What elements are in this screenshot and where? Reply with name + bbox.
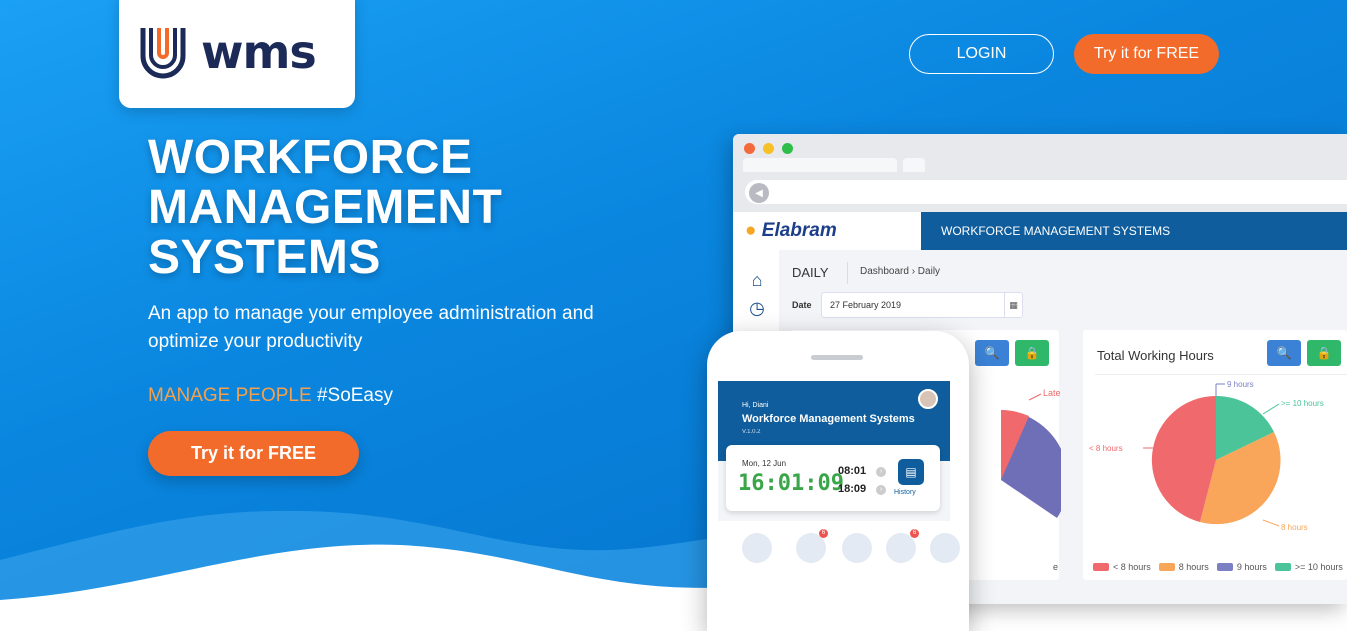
browser-tab (743, 158, 897, 172)
lock-doc-icon: 🔒 (1307, 340, 1341, 366)
date-field: 27 February 2019 ▦ (821, 292, 1023, 318)
elabram-logo-text: Elabram (761, 220, 837, 241)
app-grid-icon (842, 533, 872, 563)
hero-title-line: WORKFORCE (148, 131, 473, 184)
hero-title-line: SYSTEMS (148, 231, 381, 284)
legend-swatch (1274, 563, 1291, 571)
legend-item: < 8 hours (1093, 562, 1151, 572)
phone-greeting: Hi, Diani (742, 402, 769, 409)
legend-label: 9 hours (1236, 562, 1267, 572)
legend-label: 8 hours (1178, 562, 1209, 572)
page-title: DAILY (792, 265, 829, 280)
late-label: Late (1043, 388, 1061, 398)
chart-legend: < 8 hours 8 hours 9 hours >= 10 hours (1093, 562, 1343, 572)
date-label: Date (792, 300, 812, 310)
browser-chrome: ◀ (733, 134, 1347, 212)
legend-swatch (1093, 563, 1109, 571)
phone-mockup: Hi, Diani Workforce Management Systems V… (707, 331, 969, 631)
notification-badge: 6 (910, 529, 919, 538)
attendance-date: Mon, 12 Jun (742, 459, 787, 468)
attendance-clock: 16:01:09 (738, 471, 844, 496)
chevron-right-icon: › (876, 485, 886, 495)
back-arrow-icon: ◀ (749, 183, 769, 203)
legend-swatch (1158, 563, 1175, 571)
browser-url-bar (745, 180, 1347, 204)
wms-logo-icon (140, 28, 186, 79)
try-free-hero-button[interactable]: Try it for FREE (148, 431, 359, 476)
legend-label: < 8 hours (1113, 562, 1151, 572)
tagline-accent: MANAGE PEOPLE (148, 385, 312, 406)
phone-screen: Hi, Diani Workforce Management Systems V… (718, 381, 960, 631)
try-free-header-button[interactable]: Try it for FREE (1074, 34, 1219, 74)
phone-app-title: Workforce Management Systems (742, 413, 915, 425)
history-icon: ▤ (898, 459, 924, 485)
minimize-dot-icon (763, 143, 774, 154)
working-hours-pie-chart: 9 hours >= 10 hours < 8 hours 8 hours (1089, 380, 1324, 532)
breadcrumb-divider (847, 262, 848, 284)
label-leader-8h (1262, 519, 1280, 527)
legend-swatch (1216, 563, 1233, 571)
late-legend-tail: e (1053, 562, 1058, 572)
label-leader-ge10 (1262, 403, 1280, 415)
avatar (918, 389, 938, 409)
hero-subtitle: An app to manage your employee administr… (148, 303, 594, 352)
hero-tagline: MANAGE PEOPLE #SoEasy (148, 385, 393, 407)
history-label: History (894, 489, 916, 496)
date-value: 27 February 2019 (830, 300, 902, 310)
home-icon: ⌂ (751, 270, 763, 290)
app-grid-icon (930, 533, 960, 563)
chevron-right-icon: › (876, 467, 886, 477)
app-header: ● Elabram WORKFORCE MANAGEMENT SYSTEMS (733, 212, 1347, 250)
app-grid-icon (742, 533, 772, 563)
phone-version: V.1.0.2 (742, 429, 761, 435)
check-in-time: 08:01 (838, 465, 867, 477)
legend-item: 9 hours (1216, 562, 1267, 572)
total-working-hours-card: Total Working Hours 🔍 🔒 9 hours >= 10 ho… (1083, 330, 1347, 580)
legend-item: 8 hours (1158, 562, 1209, 572)
notification-badge: 6 (819, 529, 828, 538)
legend-item: >= 10 hours (1274, 562, 1343, 572)
phone-app-grid: 6 6 (718, 521, 960, 631)
calendar-icon: ▦ (1004, 293, 1022, 317)
label-8h: 8 hours (1281, 523, 1308, 532)
label-ge10: >= 10 hours (1281, 399, 1324, 408)
app-title: WORKFORCE MANAGEMENT SYSTEMS (941, 224, 1171, 238)
check-out-time: 18:09 (838, 483, 867, 495)
phone-speaker (811, 355, 863, 360)
brand-name: wms (201, 25, 317, 79)
label-lt8: < 8 hours (1089, 444, 1123, 453)
elabram-logo: ● Elabram (745, 220, 837, 242)
tagline-hashtag: #SoEasy (311, 385, 393, 406)
breadcrumb: Dashboard › Daily (860, 266, 941, 277)
elabram-logo-mark-icon: ● (745, 220, 757, 241)
label-9h: 9 hours (1227, 380, 1254, 389)
close-dot-icon (744, 143, 755, 154)
card-title: Total Working Hours (1097, 348, 1214, 363)
card-divider (1095, 374, 1347, 375)
brand-logo[interactable]: wms (119, 0, 355, 108)
hero-title-line: MANAGEMENT (148, 181, 503, 234)
browser-new-tab (903, 158, 925, 172)
app-title-bar: WORKFORCE MANAGEMENT SYSTEMS (921, 212, 1347, 250)
clock-badge-icon: ◷ (749, 298, 765, 318)
login-button[interactable]: LOGIN (909, 34, 1054, 74)
maximize-dot-icon (782, 143, 793, 154)
search-doc-icon: 🔍 (1267, 340, 1301, 366)
hero-title: WORKFORCE MANAGEMENT SYSTEMS (148, 133, 708, 283)
legend-label: >= 10 hours (1294, 562, 1343, 572)
attendance-card: Mon, 12 Jun 16:01:09 08:01 › 18:09 › ▤ H… (726, 445, 940, 511)
